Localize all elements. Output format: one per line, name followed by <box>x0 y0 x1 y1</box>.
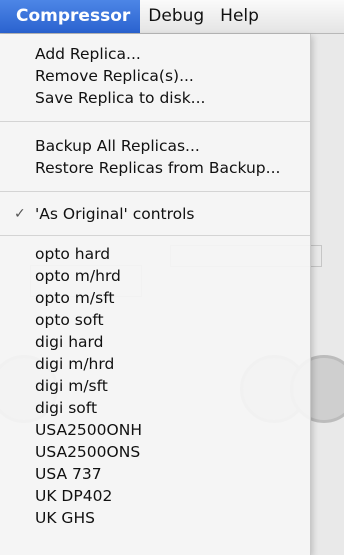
menu-bar: Compressor Debug Help <box>0 0 344 34</box>
menu-item-preset[interactable]: UK DP402 <box>0 485 310 507</box>
menu-item-preset[interactable]: USA 737 <box>0 463 310 485</box>
menu-item-preset[interactable]: digi soft <box>0 397 310 419</box>
menu-item-as-original-controls[interactable]: ✓ 'As Original' controls <box>0 203 310 225</box>
menu-item-preset[interactable]: digi m/hrd <box>0 353 310 375</box>
menu-item-preset[interactable]: USA2500ONH <box>0 419 310 441</box>
menu-help[interactable]: Help <box>212 0 267 33</box>
menu-item-preset[interactable]: opto m/sft <box>0 287 310 309</box>
menu-separator <box>0 121 310 122</box>
menu-item-backup-all[interactable]: Backup All Replicas... <box>0 135 310 157</box>
menu-separator <box>0 235 310 236</box>
menu-compressor[interactable]: Compressor <box>0 0 141 33</box>
menu-item-preset[interactable]: digi hard <box>0 331 310 353</box>
menu-item-remove-replicas[interactable]: Remove Replica(s)... <box>0 65 310 87</box>
compressor-dropdown-menu: Add Replica... Remove Replica(s)... Save… <box>0 34 311 555</box>
menu-item-save-replica[interactable]: Save Replica to disk... <box>0 87 310 109</box>
menu-item-add-replica[interactable]: Add Replica... <box>0 43 310 65</box>
menu-item-preset[interactable]: opto m/hrd <box>0 265 310 287</box>
menu-item-preset[interactable]: UK GHS <box>0 507 310 529</box>
menu-item-restore-replicas[interactable]: Restore Replicas from Backup... <box>0 157 310 179</box>
menu-item-label: 'As Original' controls <box>35 205 195 223</box>
menu-item-preset[interactable]: opto hard <box>0 243 310 265</box>
menu-item-preset[interactable]: digi m/sft <box>0 375 310 397</box>
menu-item-preset[interactable]: USA2500ONS <box>0 441 310 463</box>
menu-separator <box>0 191 310 192</box>
checkmark-icon: ✓ <box>14 206 26 222</box>
menu-item-preset[interactable]: opto soft <box>0 309 310 331</box>
menu-debug[interactable]: Debug <box>140 0 212 33</box>
